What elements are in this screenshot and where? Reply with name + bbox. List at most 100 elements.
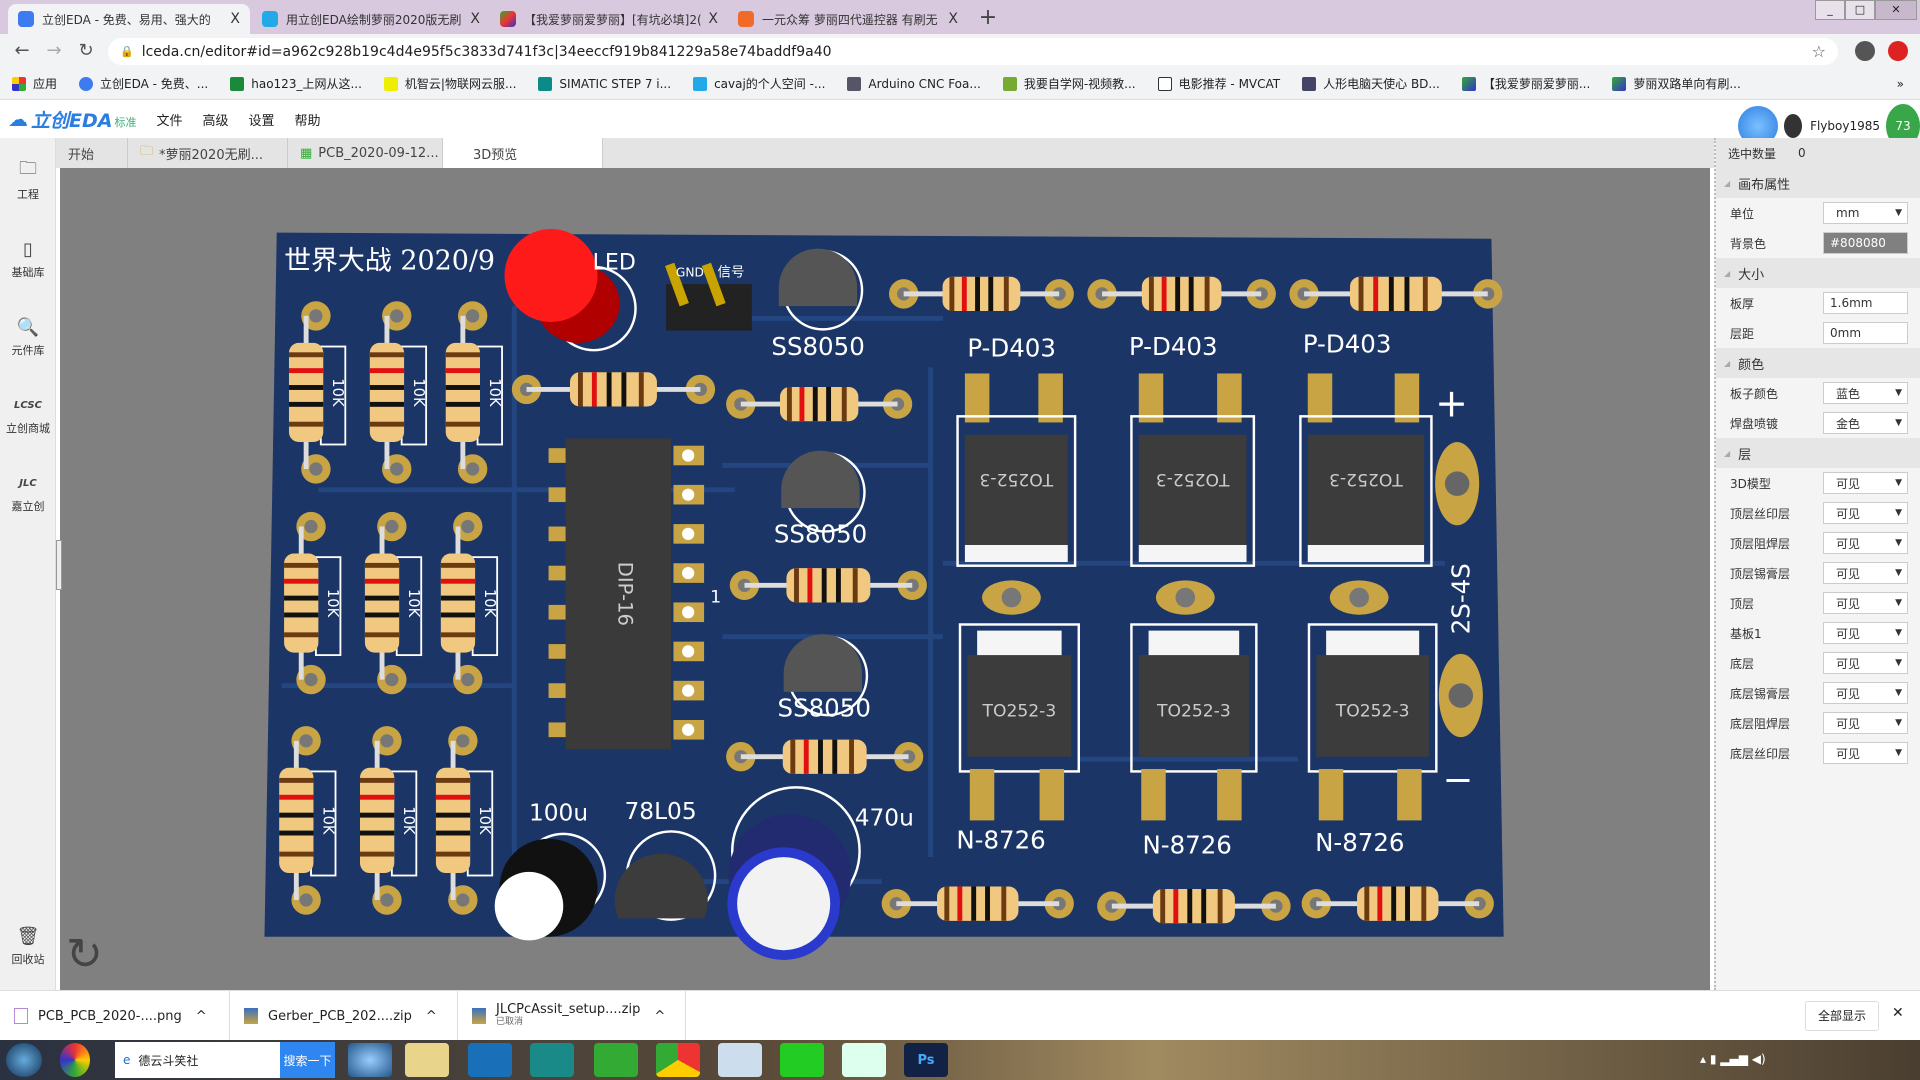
bookmark[interactable]: 立创EDA - 免费、... (79, 75, 208, 92)
bookmark[interactable]: cavaj的个人空间 -... (693, 75, 825, 92)
browser-tab[interactable]: 【我爱萝丽爱萝丽】[有坑必填]2(X (490, 4, 728, 34)
menu-help[interactable]: 帮助 (295, 110, 321, 129)
bookmark[interactable]: 【我爱萝丽爱萝丽... (1461, 75, 1590, 92)
taskbar-search-button[interactable]: 搜索一下 (280, 1042, 335, 1078)
browser-tab[interactable]: 一元众筹 萝丽四代遥控器 有刷无 X (728, 4, 968, 34)
menu-settings[interactable]: 设置 (249, 110, 275, 129)
minimize-icon[interactable]: _ (1815, 0, 1845, 20)
maximize-icon[interactable]: □ (1845, 0, 1875, 20)
window-close-icon[interactable]: ✕ (1875, 0, 1917, 20)
property-select[interactable]: 可见 ▼ (1823, 592, 1908, 614)
arduino-icon[interactable] (530, 1043, 574, 1077)
selected-count-label: 选中数量 (1728, 146, 1777, 161)
forward-icon[interactable]: → (42, 39, 66, 63)
property-select[interactable]: 可见 ▼ (1823, 502, 1908, 524)
sidebar-item-basic-library[interactable]: ▯ 基础库 (0, 236, 56, 280)
bookmarks-more-button[interactable]: » (1897, 77, 1904, 91)
collapse-triangle-icon[interactable]: ◢ (1724, 179, 1730, 188)
avatar[interactable] (1784, 114, 1803, 138)
bookmark[interactable]: hao123_上网从这... (230, 75, 362, 92)
system-tray-icons[interactable]: ▴ ▮ ▂▄▆ ◀) (1700, 1052, 1766, 1066)
collapse-triangle-icon[interactable]: ◢ (1724, 449, 1730, 458)
globe-icon[interactable] (348, 1043, 392, 1077)
wechat-icon[interactable] (594, 1043, 638, 1077)
username[interactable]: Flyboy1985 (1810, 119, 1880, 133)
chrome-icon[interactable] (656, 1043, 700, 1077)
chevron-up-icon[interactable]: ^ (426, 1009, 437, 1024)
star-icon[interactable]: ☆ (1812, 42, 1826, 61)
collapse-triangle-icon[interactable]: ◢ (1724, 269, 1730, 278)
property-input[interactable]: #808080 (1823, 232, 1908, 254)
bookmark[interactable]: 机智云|物联网云服... (383, 75, 516, 92)
download-item[interactable]: Gerber_PCB_202....zip ^ (230, 991, 458, 1041)
start-button[interactable] (6, 1043, 42, 1077)
sidebar-item-lcsc[interactable]: LCSC 立创商城 (0, 392, 56, 436)
tab-close-icon[interactable]: X (708, 11, 718, 27)
sidebar-item-trash[interactable]: 🗑 回收站 (0, 923, 56, 967)
chevron-up-icon[interactable]: ^ (196, 1009, 207, 1024)
property-select[interactable]: 可见 ▼ (1823, 712, 1908, 734)
property-select[interactable]: 可见 ▼ (1823, 532, 1908, 554)
bookmark[interactable]: Arduino CNC Foa... (847, 76, 981, 91)
property-select[interactable]: mm ▼ (1823, 202, 1908, 224)
bookmark[interactable]: 人形电脑天使心 BD... (1302, 75, 1440, 92)
property-select[interactable]: 可见 ▼ (1823, 652, 1908, 674)
bookmark[interactable]: SIMATIC STEP 7 i... (538, 76, 671, 91)
browser-tab[interactable]: 用立创EDA绘制萝丽2020版无刷 X (252, 4, 490, 34)
panel-section-header[interactable]: ◢ 大小 (1716, 258, 1920, 288)
property-input[interactable]: 1.6mm (1823, 292, 1908, 314)
reset-view-icon[interactable]: ↻ (66, 930, 116, 980)
feishu-icon[interactable] (718, 1043, 762, 1077)
lceda-desktop-icon[interactable] (842, 1043, 886, 1077)
browser-tab[interactable]: 立创EDA - 免费、易用、强大的 X (8, 4, 250, 34)
property-select[interactable]: 可见 ▼ (1823, 472, 1908, 494)
menu-advanced[interactable]: 高级 (202, 110, 228, 129)
app-icon[interactable] (60, 1043, 90, 1077)
sidebar-item-component-library[interactable]: 🔍 元件库 (0, 314, 56, 358)
property-select[interactable]: 蓝色 ▼ (1823, 382, 1908, 404)
3d-canvas[interactable] (60, 168, 1710, 990)
bookmark-apps[interactable]: 应用 (12, 75, 57, 92)
bookmark[interactable]: 萝丽双路单向有刷... (1612, 75, 1741, 92)
bookmark[interactable]: 电影推荐 - MVCAT (1157, 75, 1280, 92)
tab-close-icon[interactable]: X (230, 11, 240, 27)
profile-icon[interactable] (1855, 41, 1875, 61)
property-select[interactable]: 可见 ▼ (1823, 562, 1908, 584)
tab-close-icon[interactable]: X (470, 11, 480, 27)
show-all-downloads-button[interactable]: 全部显示 (1805, 1001, 1880, 1031)
extension-icon[interactable] (1888, 41, 1908, 61)
tab-3d-preview[interactable]: 3D预览 (443, 138, 603, 168)
iqiyi-icon[interactable] (780, 1043, 824, 1077)
new-tab-button[interactable]: + (975, 6, 1001, 32)
property-select[interactable]: 可见 ▼ (1823, 742, 1908, 764)
tab-close-icon[interactable]: X (948, 11, 958, 27)
menu-file[interactable]: 文件 (156, 110, 182, 129)
close-downloads-button[interactable]: ✕ (1892, 1005, 1904, 1021)
reload-icon[interactable]: ↻ (74, 39, 98, 63)
sidebar-item-project[interactable]: 🗀 工程 (0, 158, 56, 202)
panel-section-header[interactable]: ◢ 层 (1716, 438, 1920, 468)
panel-property-row: 基板1 可见 ▼ (1716, 618, 1920, 648)
sidebar-item-jlc[interactable]: JLC 嘉立创 (0, 470, 56, 514)
panel-section-header[interactable]: ◢ 画布属性 (1716, 168, 1920, 198)
tab-start[interactable]: 开始 (56, 138, 128, 168)
network-icon[interactable] (468, 1043, 512, 1077)
photoshop-icon[interactable]: Ps (904, 1043, 948, 1077)
sidebar-collapse-handle[interactable] (56, 540, 62, 590)
bookmark[interactable]: 我要自学网-视频教... (1002, 75, 1136, 92)
download-item[interactable]: JLCPcAssit_setup....zip 已取消 ^ (458, 991, 686, 1041)
property-input[interactable]: 0mm (1823, 322, 1908, 344)
property-select[interactable]: 金色 ▼ (1823, 412, 1908, 434)
taskbar-search-input[interactable]: e 德云斗笑社 (115, 1042, 280, 1078)
url-bar[interactable]: 🔒 lceda.cn/editor#id=a962c928b19c4d4e95f5… (108, 38, 1838, 65)
chevron-up-icon[interactable]: ^ (654, 1009, 665, 1024)
tab-schematic[interactable]: 🗀 *萝丽2020无刷... (128, 138, 288, 168)
property-select[interactable]: 可见 ▼ (1823, 682, 1908, 704)
panel-section-header[interactable]: ◢ 颜色 (1716, 348, 1920, 378)
download-item[interactable]: PCB_PCB_2020-....png ^ (0, 991, 230, 1041)
file-explorer-icon[interactable] (405, 1043, 449, 1077)
back-icon[interactable]: ← (10, 39, 34, 63)
property-select[interactable]: 可见 ▼ (1823, 622, 1908, 644)
collapse-triangle-icon[interactable]: ◢ (1724, 359, 1730, 368)
tab-pcb[interactable]: ▦ PCB_2020-09-12... (288, 138, 443, 168)
